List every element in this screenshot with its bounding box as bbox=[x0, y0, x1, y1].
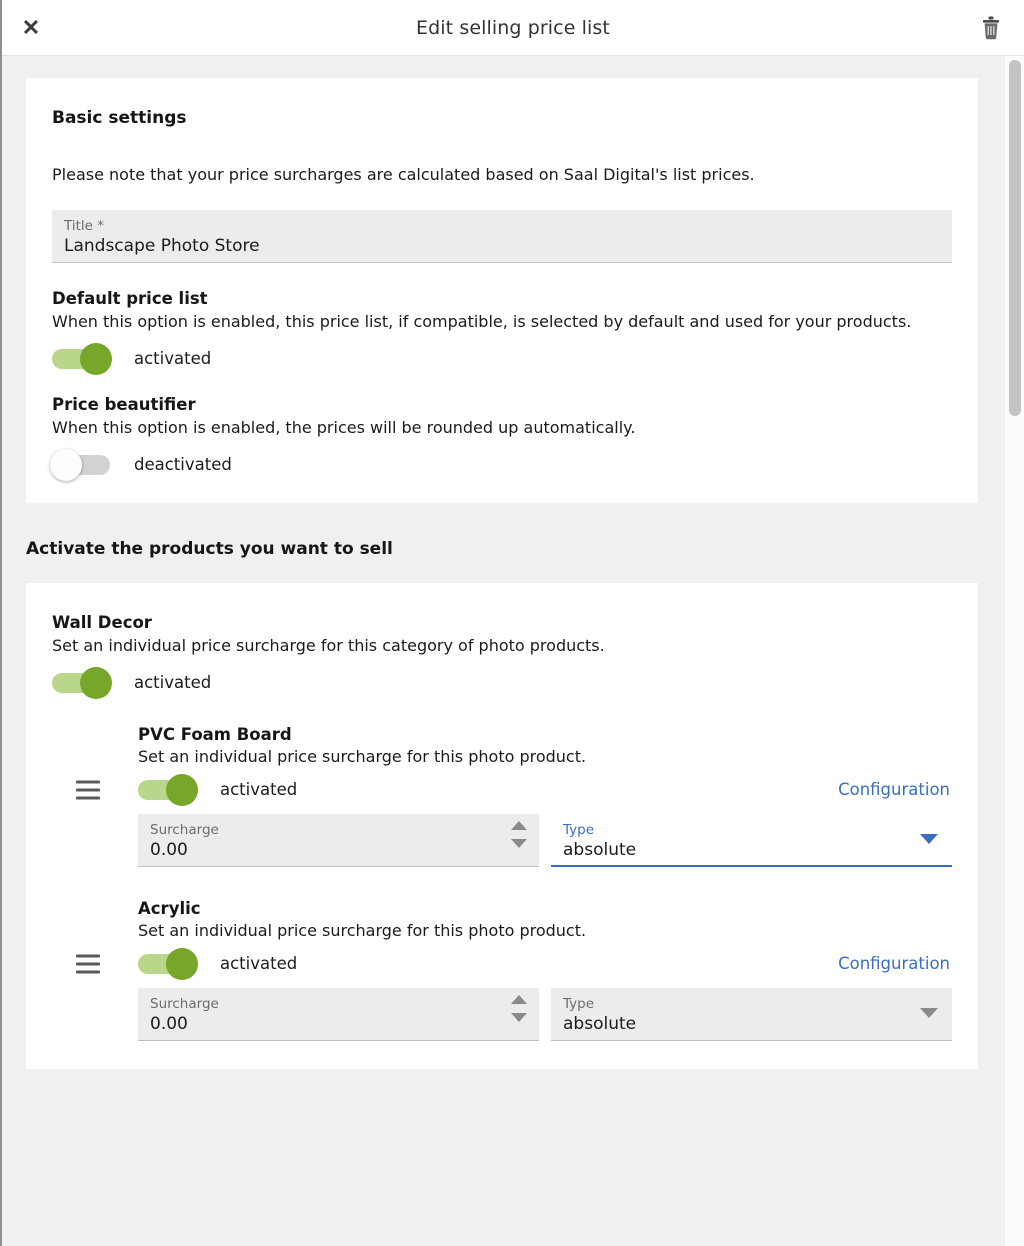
delete-button[interactable] bbox=[968, 5, 1014, 51]
category-wall-decor-toggle-row: activated bbox=[52, 666, 952, 699]
type-value: absolute bbox=[563, 840, 637, 861]
product-pvc-foam-board-title: PVC Foam Board bbox=[138, 724, 292, 744]
drag-handle-icon[interactable] bbox=[76, 780, 100, 800]
toggle-knob bbox=[80, 666, 112, 699]
default-price-list-toggle[interactable] bbox=[52, 342, 112, 375]
option-price-beautifier: Price beautifier When this option is ena… bbox=[50, 394, 952, 481]
option-default-price-list-title: Default price list bbox=[52, 288, 208, 308]
option-price-beautifier-title: Price beautifier bbox=[52, 394, 196, 414]
product-pvc-foam-board-controls: activated Configuration bbox=[76, 773, 952, 806]
acrylic-surcharge-stepper[interactable]: Surcharge 0.00 bbox=[138, 987, 539, 1041]
wall-decor-toggle-label: activated bbox=[134, 673, 212, 693]
surcharge-spinner[interactable] bbox=[511, 820, 527, 848]
category-wall-decor: Wall Decor Set an individual price surch… bbox=[52, 612, 952, 699]
option-price-beautifier-description: When this option is enabled, the prices … bbox=[52, 417, 636, 437]
chevron-down-icon[interactable] bbox=[511, 1012, 527, 1022]
acrylic-type-select[interactable]: Type absolute bbox=[551, 987, 952, 1041]
acrylic-toggle[interactable] bbox=[138, 947, 198, 980]
option-price-beautifier-toggle-row: deactivated bbox=[50, 448, 952, 481]
surcharge-value[interactable]: 0.00 bbox=[150, 1014, 527, 1035]
default-price-list-toggle-label: activated bbox=[134, 349, 212, 369]
dialog-window: ✕ Edit selling price list Basic settings… bbox=[0, 0, 1024, 1246]
product-acrylic-controls: activated Configuration bbox=[76, 947, 952, 980]
type-label: Type bbox=[563, 821, 595, 838]
type-value: absolute bbox=[563, 1014, 637, 1035]
surcharge-label: Surcharge bbox=[150, 821, 219, 838]
products-card: Wall Decor Set an individual price surch… bbox=[26, 582, 978, 1069]
products-section-heading: Activate the products you want to sell bbox=[26, 538, 393, 559]
basic-settings-card: Basic settings Please note that your pri… bbox=[26, 78, 978, 503]
product-pvc-foam-board-description: Set an individual price surcharge for th… bbox=[138, 746, 587, 766]
option-default-price-list: Default price list When this option is e… bbox=[52, 288, 952, 375]
surcharge-label: Surcharge bbox=[150, 995, 219, 1012]
pvc-foam-board-toggle-label: activated bbox=[220, 780, 298, 800]
title-field-label: Title * bbox=[64, 217, 104, 234]
basic-settings-heading: Basic settings bbox=[52, 108, 187, 128]
close-icon: ✕ bbox=[21, 14, 41, 40]
pvc-foam-board-type-select[interactable]: Type absolute bbox=[551, 813, 952, 867]
dialog-scroll-area: Basic settings Please note that your pri… bbox=[2, 56, 1024, 1246]
page-title: Edit selling price list bbox=[416, 16, 610, 39]
option-default-price-list-toggle-row: activated bbox=[52, 342, 952, 375]
toggle-knob bbox=[166, 773, 198, 806]
option-default-price-list-description: When this option is enabled, this price … bbox=[52, 311, 912, 331]
basic-settings-intro: Please note that your price surcharges a… bbox=[52, 165, 755, 184]
product-acrylic-inputs: Surcharge 0.00 Type absolute bbox=[138, 987, 952, 1041]
drag-handle-icon[interactable] bbox=[76, 954, 100, 974]
pvc-foam-board-toggle[interactable] bbox=[138, 773, 198, 806]
product-pvc-foam-board-inputs: Surcharge 0.00 Type absolute bbox=[138, 813, 952, 867]
product-pvc-foam-board: PVC Foam Board Set an individual price s… bbox=[52, 725, 952, 867]
acrylic-configuration-link[interactable]: Configuration bbox=[838, 954, 952, 973]
acrylic-toggle-label: activated bbox=[220, 954, 298, 974]
pvc-foam-board-configuration-link[interactable]: Configuration bbox=[838, 780, 952, 799]
trash-icon bbox=[983, 16, 999, 39]
toggle-knob bbox=[80, 342, 112, 375]
title-field[interactable]: Title * Landscape Photo Store bbox=[52, 209, 952, 263]
pvc-foam-board-surcharge-stepper[interactable]: Surcharge 0.00 bbox=[138, 813, 539, 867]
chevron-down-icon[interactable] bbox=[920, 1007, 938, 1018]
toggle-knob bbox=[166, 947, 198, 980]
chevron-up-icon[interactable] bbox=[511, 994, 527, 1004]
wall-decor-toggle[interactable] bbox=[52, 666, 112, 699]
price-beautifier-toggle[interactable] bbox=[50, 448, 110, 481]
category-wall-decor-description: Set an individual price surcharge for th… bbox=[52, 635, 605, 655]
chevron-down-icon[interactable] bbox=[920, 833, 938, 844]
vertical-scrollbar[interactable] bbox=[1004, 56, 1024, 1246]
surcharge-value[interactable]: 0.00 bbox=[150, 840, 527, 861]
chevron-down-icon[interactable] bbox=[511, 838, 527, 848]
close-button[interactable]: ✕ bbox=[8, 5, 54, 51]
product-acrylic-title: Acrylic bbox=[138, 898, 201, 918]
toggle-knob bbox=[50, 448, 82, 481]
surcharge-spinner[interactable] bbox=[511, 994, 527, 1022]
product-acrylic-description: Set an individual price surcharge for th… bbox=[138, 920, 587, 940]
scrollbar-thumb[interactable] bbox=[1009, 60, 1021, 416]
chevron-up-icon[interactable] bbox=[511, 820, 527, 830]
dialog-titlebar: ✕ Edit selling price list bbox=[2, 0, 1024, 56]
type-label: Type bbox=[563, 995, 595, 1012]
product-acrylic: Acrylic Set an individual price surcharg… bbox=[52, 899, 952, 1041]
price-beautifier-toggle-label: deactivated bbox=[134, 455, 232, 475]
category-wall-decor-title: Wall Decor bbox=[52, 612, 152, 632]
title-field-value[interactable]: Landscape Photo Store bbox=[64, 236, 940, 257]
